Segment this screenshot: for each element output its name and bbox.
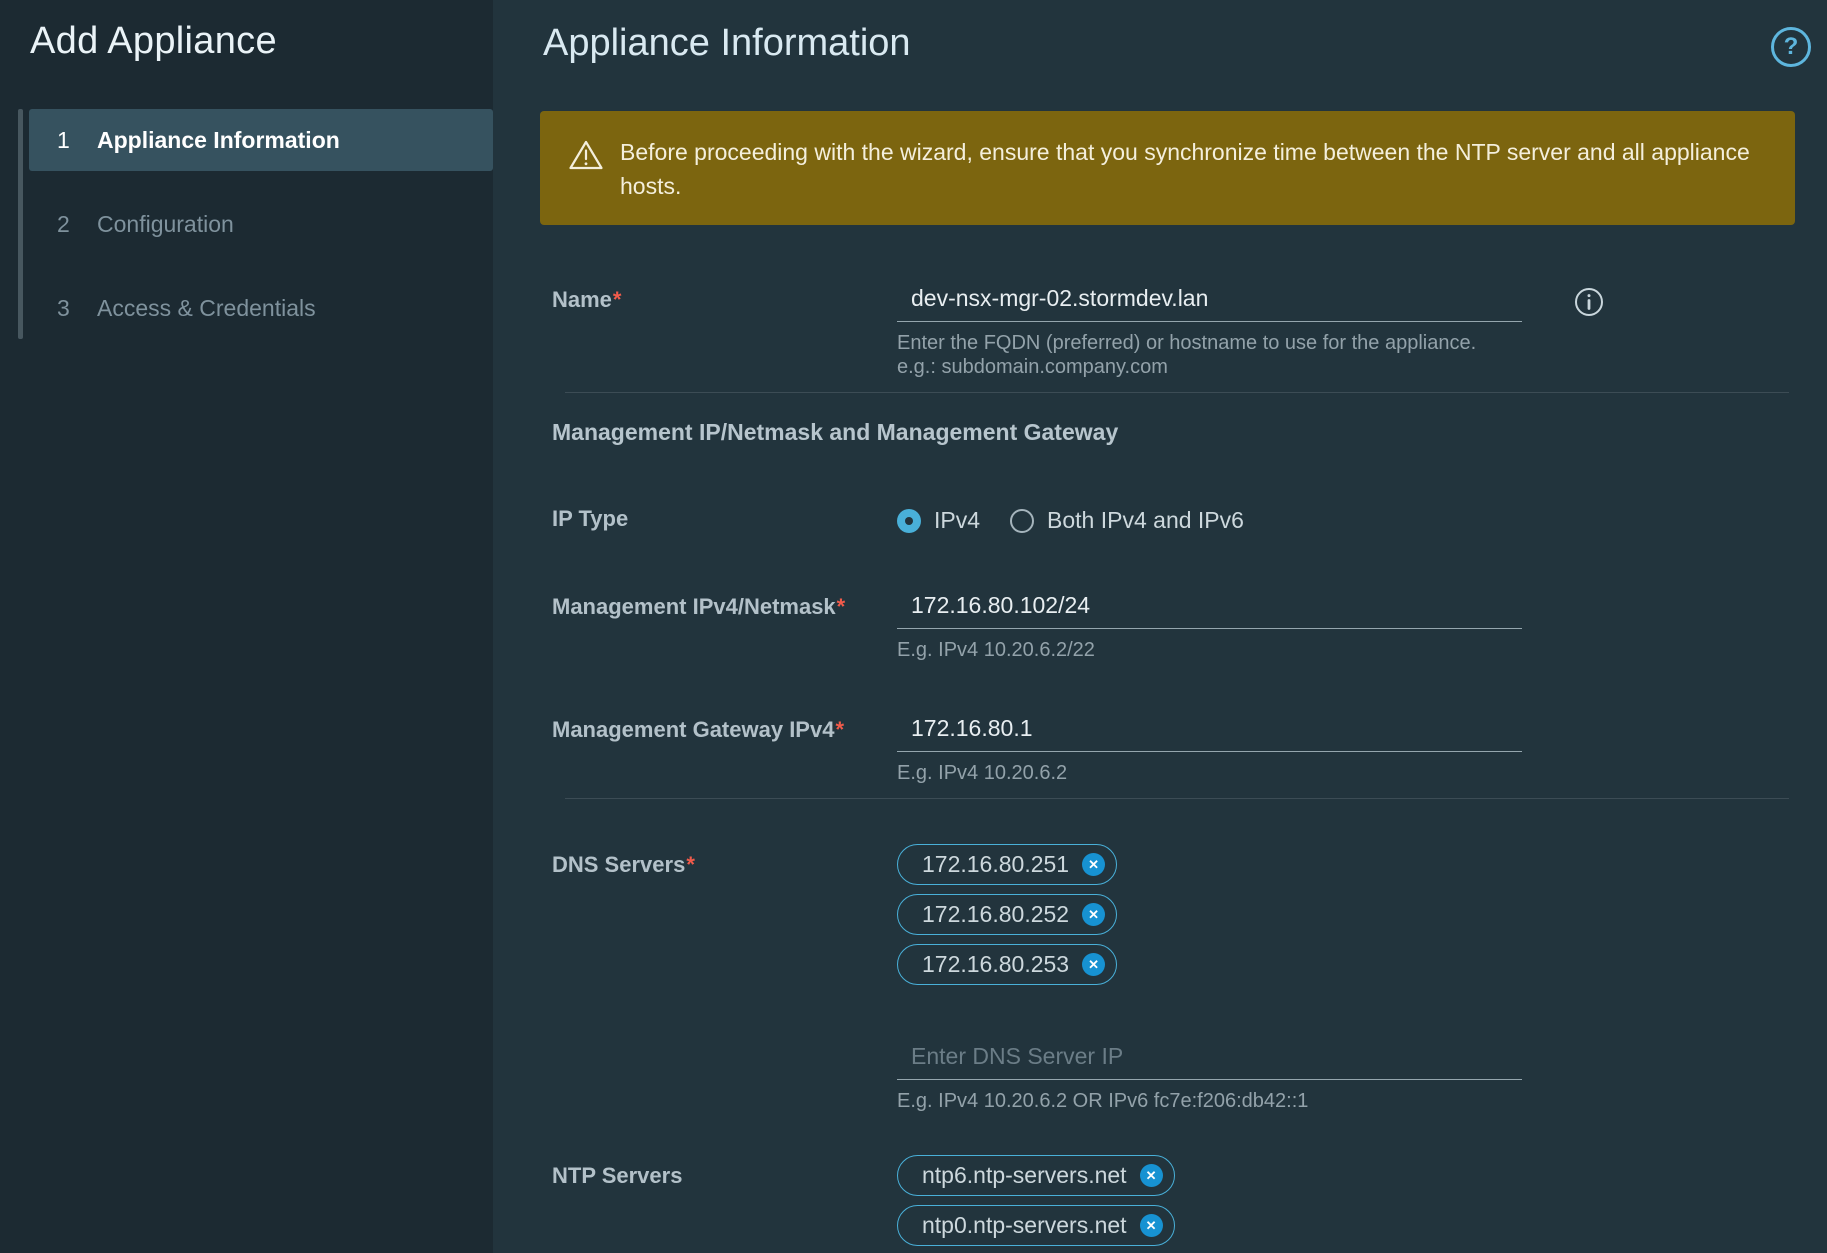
dns-server-value: 172.16.80.252	[922, 901, 1069, 928]
add-appliance-wizard: Add Appliance 1 Appliance Information 2 …	[0, 0, 1827, 1253]
remove-tag-icon[interactable]: ✕	[1140, 1214, 1163, 1237]
dns-server-value: 172.16.80.251	[922, 851, 1069, 878]
ntp-server-value: ntp6.ntp-servers.net	[922, 1162, 1127, 1189]
name-helper: Enter the FQDN (preferred) or hostname t…	[897, 331, 1522, 379]
management-ip-row: Management IPv4/Netmask* 172.16.80.102/2…	[552, 586, 1827, 662]
remove-tag-icon[interactable]: ✕	[1082, 953, 1105, 976]
radio-ipv4[interactable]: IPv4	[897, 507, 980, 534]
appliance-information-panel: Appliance Information ? Before proceedin…	[493, 0, 1827, 1253]
help-icon[interactable]: ?	[1771, 27, 1811, 67]
dns-server-value: 172.16.80.253	[922, 951, 1069, 978]
ntp-server-tag: ntp0.ntp-servers.net ✕	[897, 1205, 1175, 1246]
wizard-step[interactable]: 3 Access & Credentials	[29, 277, 493, 339]
wizard-step-list: 1 Appliance Information 2 Configuration …	[0, 109, 493, 339]
ntp-server-tag: ntp6.ntp-servers.net ✕	[897, 1155, 1175, 1196]
ntp-servers-row: NTP Servers ntp6.ntp-servers.net ✕ ntp0.…	[552, 1155, 1827, 1246]
management-ip-label: Management IPv4/Netmask*	[552, 586, 897, 620]
radio-selected-icon[interactable]	[897, 509, 921, 533]
management-gateway-label: Management Gateway IPv4*	[552, 709, 897, 743]
management-gateway-row: Management Gateway IPv4* 172.16.80.1 E.g…	[552, 709, 1827, 785]
page-title: Appliance Information	[543, 22, 1757, 65]
info-icon[interactable]	[1574, 287, 1604, 317]
management-gateway-helper: E.g. IPv4 10.20.6.2	[897, 761, 1522, 785]
ip-type-options: IPv4 Both IPv4 and IPv6	[897, 498, 1244, 534]
warning-banner: Before proceeding with the wizard, ensur…	[540, 111, 1795, 225]
ip-type-row: IP Type IPv4 Both IPv4 and IPv6	[552, 498, 1827, 534]
wizard-step[interactable]: 1 Appliance Information	[29, 109, 493, 171]
name-label: Name*	[552, 279, 897, 313]
radio-both-label: Both IPv4 and IPv6	[1047, 507, 1244, 534]
radio-unselected-icon[interactable]	[1010, 509, 1034, 533]
step-label: Configuration	[97, 211, 234, 238]
name-row: Name* dev-nsx-mgr-02.stormdev.lan Enter …	[552, 279, 1827, 379]
management-section-header: Management IP/Netmask and Management Gat…	[552, 419, 1827, 446]
required-asterisk: *	[613, 287, 622, 312]
section-divider	[565, 392, 1789, 393]
radio-both-ipv4-ipv6[interactable]: Both IPv4 and IPv6	[1010, 507, 1244, 534]
dns-tag-list: 172.16.80.251 ✕ 172.16.80.252 ✕ 172.16.8…	[897, 844, 1522, 985]
management-ip-input[interactable]: 172.16.80.102/24	[897, 586, 1522, 629]
panel-header: Appliance Information	[493, 0, 1827, 65]
section-divider	[565, 798, 1789, 799]
remove-tag-icon[interactable]: ✕	[1140, 1164, 1163, 1187]
appliance-form: Name* dev-nsx-mgr-02.stormdev.lan Enter …	[493, 279, 1827, 1246]
wizard-sidebar: Add Appliance 1 Appliance Information 2 …	[0, 0, 493, 1253]
radio-ipv4-label: IPv4	[934, 507, 980, 534]
management-ip-helper: E.g. IPv4 10.20.6.2/22	[897, 638, 1522, 662]
remove-tag-icon[interactable]: ✕	[1082, 903, 1105, 926]
step-number: 2	[57, 211, 97, 238]
dns-server-input[interactable]: Enter DNS Server IP	[897, 1037, 1522, 1080]
step-label: Access & Credentials	[97, 295, 316, 322]
dns-server-tag: 172.16.80.251 ✕	[897, 844, 1117, 885]
required-asterisk: *	[835, 717, 844, 742]
remove-tag-icon[interactable]: ✕	[1082, 853, 1105, 876]
management-gateway-input[interactable]: 172.16.80.1	[897, 709, 1522, 752]
dns-servers-label: DNS Servers*	[552, 844, 897, 878]
required-asterisk: *	[686, 852, 695, 877]
dns-server-tag: 172.16.80.253 ✕	[897, 944, 1117, 985]
wizard-title: Add Appliance	[30, 20, 493, 63]
dns-servers-row: DNS Servers* 172.16.80.251 ✕ 172.16.80.2…	[552, 844, 1827, 1113]
step-label: Appliance Information	[97, 127, 340, 154]
step-number: 1	[57, 127, 97, 154]
ntp-tag-list: ntp6.ntp-servers.net ✕ ntp0.ntp-servers.…	[897, 1155, 1175, 1246]
ip-type-label: IP Type	[552, 498, 897, 532]
warning-message: Before proceeding with the wizard, ensur…	[620, 135, 1769, 203]
wizard-step[interactable]: 2 Configuration	[29, 193, 493, 255]
dns-helper: E.g. IPv4 10.20.6.2 OR IPv6 fc7e:f206:db…	[897, 1089, 1522, 1113]
step-number: 3	[57, 295, 97, 322]
name-input[interactable]: dev-nsx-mgr-02.stormdev.lan	[897, 279, 1522, 322]
ntp-servers-label: NTP Servers	[552, 1155, 897, 1189]
warning-icon	[568, 139, 604, 171]
required-asterisk: *	[837, 594, 846, 619]
dns-server-tag: 172.16.80.252 ✕	[897, 894, 1117, 935]
ntp-server-value: ntp0.ntp-servers.net	[922, 1212, 1127, 1239]
